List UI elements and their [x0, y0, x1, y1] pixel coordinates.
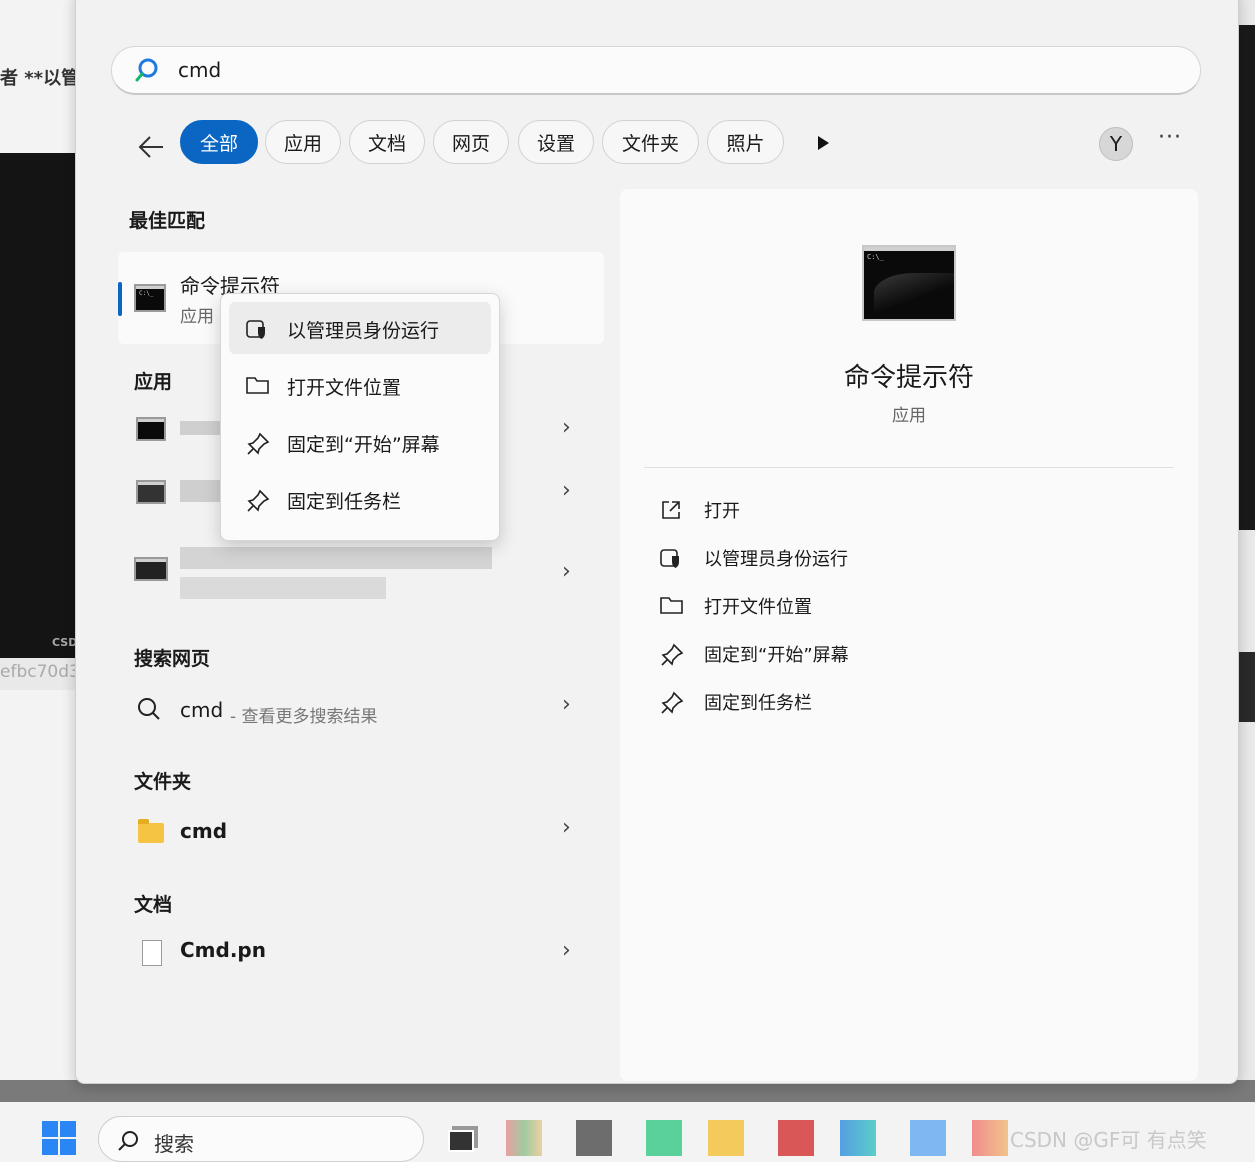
command-prompt-icon: C:\_ [134, 284, 166, 312]
web-search-result[interactable]: cmd - 查看更多搜索结果 › [76, 684, 604, 734]
watermark: CSDN @GF可 有点笑 [1010, 1128, 1207, 1152]
web-search-heading: 搜索网页 [134, 648, 211, 670]
detail-title: 命令提示符 [843, 363, 974, 393]
taskbar-app-icon[interactable] [972, 1120, 1008, 1156]
folder-open-icon [660, 595, 684, 619]
chevron-right-icon[interactable]: › [562, 559, 571, 584]
detail-pane: C:\_ 命令提示符 应用 打开 以管理员身份运行 打开文件位置 固定到“开始”… [620, 189, 1198, 1081]
best-match-heading: 最佳匹配 [129, 210, 206, 232]
open-external-icon [660, 499, 682, 525]
context-pin-to-start[interactable]: 固定到“开始”屏幕 [229, 416, 491, 468]
search-icon [136, 696, 162, 726]
app-icon [136, 417, 166, 441]
chevron-right-icon[interactable]: › [562, 815, 571, 840]
taskbar-app-icon[interactable] [708, 1120, 744, 1156]
pin-icon [246, 432, 270, 460]
play-right-icon [818, 136, 829, 150]
task-view-icon[interactable] [444, 1120, 480, 1156]
taskbar-app-icon[interactable] [840, 1120, 876, 1156]
filter-tab-all[interactable]: 全部 [180, 120, 258, 164]
document-icon [142, 940, 162, 966]
document-name: Cmd.pn [180, 938, 266, 962]
background-window-lower [0, 690, 80, 1080]
folder-name: cmd [180, 819, 228, 843]
folder-icon [138, 819, 164, 843]
background-hash-text: efbc70d3 [0, 662, 80, 682]
chevron-right-icon[interactable]: › [562, 938, 571, 963]
action-pin-to-start[interactable]: 固定到“开始”屏幕 [660, 635, 1060, 671]
folder-open-icon [246, 375, 270, 399]
more-options-button[interactable]: ··· [1158, 125, 1182, 150]
web-search-query: cmd [180, 698, 224, 722]
blurred-app-name [180, 480, 220, 502]
blurred-app-detail [180, 577, 386, 599]
context-open-file-location[interactable]: 打开文件位置 [229, 359, 491, 411]
detail-subtitle: 应用 [892, 406, 926, 426]
action-run-as-admin[interactable]: 以管理员身份运行 [660, 539, 1060, 575]
pin-icon [246, 489, 270, 517]
chevron-right-icon[interactable]: › [562, 478, 571, 503]
background-csd-label: CSD [52, 636, 78, 649]
user-avatar[interactable]: Y [1099, 127, 1133, 161]
search-box[interactable] [111, 46, 1201, 95]
folder-result[interactable]: cmd › [76, 807, 604, 857]
chevron-right-icon[interactable]: › [562, 415, 571, 440]
background-right-dark [1238, 25, 1255, 530]
search-icon [117, 1129, 141, 1157]
filter-tab-settings[interactable]: 设置 [518, 120, 594, 164]
detail-divider [644, 467, 1174, 468]
taskbar-search[interactable]: 搜索 [98, 1116, 424, 1162]
filter-tab-folders[interactable]: 文件夹 [602, 120, 699, 164]
selection-indicator [118, 282, 122, 316]
filter-tab-apps[interactable]: 应用 [265, 120, 341, 164]
background-right-dark-2 [1238, 652, 1255, 722]
documents-heading: 文档 [134, 894, 173, 916]
filter-tab-photos[interactable]: 照片 [707, 120, 784, 164]
app-icon [134, 557, 168, 581]
web-search-suffix: - 查看更多搜索结果 [230, 707, 378, 727]
taskbar-app-icon[interactable] [646, 1120, 682, 1156]
blurred-app-name [180, 421, 220, 435]
more-categories-button[interactable] [816, 135, 830, 155]
command-prompt-large-icon: C:\_ [862, 245, 956, 321]
arrow-left-icon [138, 136, 163, 158]
folders-heading: 文件夹 [134, 771, 192, 793]
document-result[interactable]: Cmd.pn › [76, 930, 604, 980]
app-result-3[interactable]: › [118, 539, 604, 609]
context-run-as-admin[interactable]: 以管理员身份运行 [229, 302, 491, 354]
taskbar-app-icon[interactable] [576, 1120, 612, 1156]
shield-icon [660, 547, 682, 573]
context-menu: 以管理员身份运行 打开文件位置 固定到“开始”屏幕 固定到任务栏 [220, 293, 500, 541]
context-pin-to-taskbar[interactable]: 固定到任务栏 [229, 473, 491, 525]
blurred-app-name [180, 547, 492, 569]
search-input[interactable] [176, 55, 1080, 85]
chevron-right-icon[interactable]: › [562, 692, 571, 717]
background-dark-panel [0, 153, 80, 658]
back-button[interactable] [131, 129, 171, 165]
taskbar-app-icon[interactable] [506, 1120, 542, 1156]
start-search-panel: 全部 应用 文档 网页 设置 文件夹 照片 Y ··· 最佳匹配 C:\_ 命令… [75, 0, 1239, 1084]
taskbar-search-label: 搜索 [154, 1132, 194, 1156]
search-icon [134, 57, 160, 87]
pin-icon [660, 691, 684, 719]
pin-icon [660, 643, 684, 671]
taskbar-app-icon[interactable] [778, 1120, 814, 1156]
taskbar-app-icon[interactable] [910, 1120, 946, 1156]
action-open[interactable]: 打开 [660, 491, 1060, 527]
action-open-file-location[interactable]: 打开文件位置 [660, 587, 1060, 623]
apps-heading: 应用 [134, 371, 173, 393]
windows-start-button[interactable] [42, 1121, 76, 1155]
shield-icon [246, 318, 268, 344]
best-match-subtitle: 应用 [180, 307, 214, 327]
filter-tab-web[interactable]: 网页 [433, 120, 509, 164]
filter-tab-documents[interactable]: 文档 [349, 120, 425, 164]
app-icon [136, 480, 166, 504]
action-pin-to-taskbar[interactable]: 固定到任务栏 [660, 683, 1060, 719]
